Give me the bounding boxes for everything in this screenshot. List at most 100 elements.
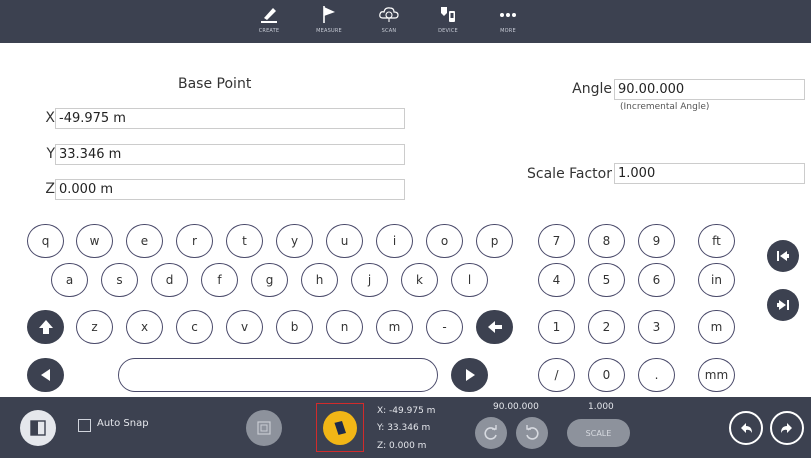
shift-arrow-up-icon: [38, 320, 53, 334]
key-m-unit[interactable]: m: [698, 310, 735, 344]
base-point-title: Base Point: [178, 76, 252, 92]
toolbar-device-label: DEVICE: [438, 28, 458, 34]
base-point-icon: [333, 420, 346, 435]
key-y[interactable]: y: [276, 224, 313, 258]
key-e[interactable]: e: [126, 224, 163, 258]
toolbar-measure-label: MEASURE: [316, 28, 342, 34]
toolbar-create-label: CREATE: [258, 28, 280, 34]
key-r[interactable]: r: [176, 224, 213, 258]
flag-icon: [323, 6, 335, 23]
key-m[interactable]: m: [376, 310, 413, 344]
key-b[interactable]: b: [276, 310, 313, 344]
key-n[interactable]: n: [326, 310, 363, 344]
redo-button[interactable]: [770, 411, 804, 445]
bottom-bar: Auto Snap X: -49.975 m Y: 33.346 m Z: 0.…: [0, 397, 811, 458]
key-dash[interactable]: -: [426, 310, 463, 344]
key-f[interactable]: f: [201, 263, 238, 297]
skip-next-icon: [777, 300, 789, 310]
active-tool-highlight: [316, 403, 364, 452]
key-0[interactable]: 0: [588, 358, 625, 392]
undo-icon: [741, 423, 752, 433]
key-mm[interactable]: mm: [698, 358, 735, 392]
key-7[interactable]: 7: [538, 224, 575, 258]
more-dots-icon: [500, 13, 516, 17]
toolbar-create[interactable]: CREATE: [241, 4, 297, 40]
coord-y-readout: Y: 33.346 m: [377, 423, 431, 433]
key-4[interactable]: 4: [538, 263, 575, 297]
angle-field[interactable]: [614, 79, 805, 100]
panel-toggle-button[interactable]: [20, 410, 56, 446]
key-a[interactable]: a: [51, 263, 88, 297]
auto-snap-checkbox[interactable]: [78, 419, 91, 432]
split-panel-icon: [30, 420, 46, 436]
key-s[interactable]: s: [101, 263, 138, 297]
space-bar[interactable]: [118, 358, 438, 392]
key-2[interactable]: 2: [588, 310, 625, 344]
y-field[interactable]: [55, 144, 405, 165]
backspace-key[interactable]: [476, 310, 513, 344]
key-p[interactable]: p: [476, 224, 513, 258]
cursor-left-key[interactable]: [27, 358, 64, 392]
scale-readout: 1.000: [588, 402, 614, 412]
top-toolbar: CREATE MEASURE SCAN DEVICE MORE: [0, 0, 811, 43]
backspace-arrow-left-icon: [487, 321, 502, 333]
undo-button[interactable]: [729, 411, 763, 445]
key-t[interactable]: t: [226, 224, 263, 258]
cloud-scan-icon: [379, 7, 399, 22]
y-label: Y: [46, 146, 55, 162]
next-field-button[interactable]: [767, 289, 799, 321]
key-j[interactable]: j: [351, 263, 388, 297]
key-d[interactable]: d: [151, 263, 188, 297]
toolbar-scan-label: SCAN: [381, 28, 397, 34]
key-g[interactable]: g: [251, 263, 288, 297]
scale-factor-label: Scale Factor: [527, 166, 612, 182]
skip-previous-icon: [777, 251, 789, 261]
cursor-right-key[interactable]: [451, 358, 488, 392]
key-z[interactable]: z: [76, 310, 113, 344]
previous-field-button[interactable]: [767, 240, 799, 272]
base-point-tool-button[interactable]: [323, 410, 357, 445]
scale-factor-field[interactable]: [614, 163, 805, 184]
toolbar-scan[interactable]: SCAN: [361, 4, 417, 40]
key-1[interactable]: 1: [538, 310, 575, 344]
key-6[interactable]: 6: [638, 263, 675, 297]
triangle-right-icon: [465, 369, 475, 381]
z-label: Z: [45, 181, 55, 197]
rotate-ccw-button[interactable]: [475, 417, 507, 449]
toolbar-device[interactable]: DEVICE: [420, 4, 476, 40]
shift-key[interactable]: [27, 310, 64, 344]
key-x[interactable]: x: [126, 310, 163, 344]
key-l[interactable]: l: [451, 263, 488, 297]
key-i[interactable]: i: [376, 224, 413, 258]
redo-icon: [781, 423, 792, 433]
key-slash[interactable]: /: [538, 358, 575, 392]
toolbar-more[interactable]: MORE: [480, 4, 536, 40]
key-h[interactable]: h: [301, 263, 338, 297]
key-k[interactable]: k: [401, 263, 438, 297]
auto-snap-label: Auto Snap: [97, 418, 149, 429]
rotate-cw-button[interactable]: [516, 417, 548, 449]
view-frame-button[interactable]: [246, 410, 282, 446]
key-in[interactable]: in: [698, 263, 735, 297]
key-9[interactable]: 9: [638, 224, 675, 258]
key-8[interactable]: 8: [588, 224, 625, 258]
pencil-icon: [261, 8, 277, 23]
key-c[interactable]: c: [176, 310, 213, 344]
key-u[interactable]: u: [326, 224, 363, 258]
key-5[interactable]: 5: [588, 263, 625, 297]
scale-button[interactable]: SCALE: [567, 419, 630, 447]
key-v[interactable]: v: [226, 310, 263, 344]
coord-z-readout: Z: 0.000 m: [377, 441, 427, 451]
frame-icon: [257, 421, 271, 435]
z-field[interactable]: [55, 179, 405, 200]
key-q[interactable]: q: [27, 224, 64, 258]
key-ft[interactable]: ft: [698, 224, 735, 258]
key-w[interactable]: w: [76, 224, 113, 258]
key-3[interactable]: 3: [638, 310, 675, 344]
key-o[interactable]: o: [426, 224, 463, 258]
key-dot[interactable]: .: [638, 358, 675, 392]
toolbar-measure[interactable]: MEASURE: [301, 4, 357, 40]
device-icon: [441, 7, 455, 22]
x-field[interactable]: [55, 108, 405, 129]
toolbar-more-label: MORE: [500, 28, 516, 34]
